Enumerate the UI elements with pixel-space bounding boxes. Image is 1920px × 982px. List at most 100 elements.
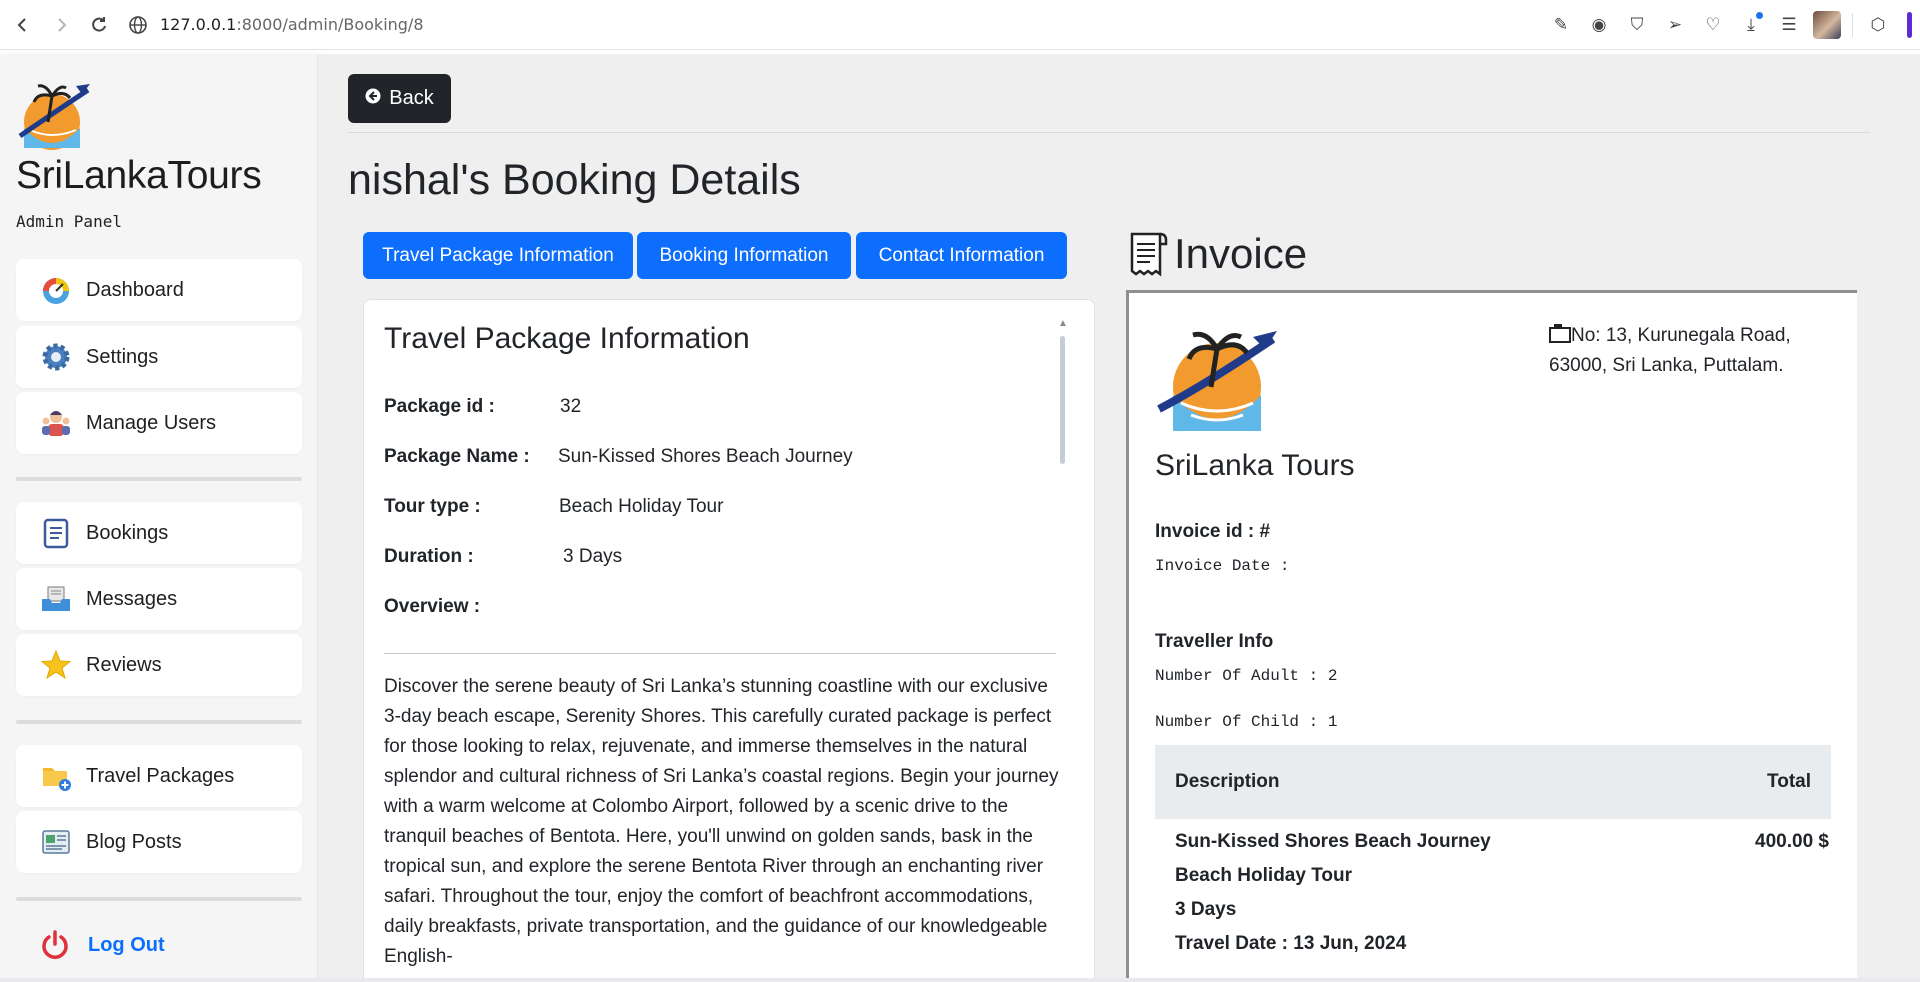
url-path: :8000/admin/Booking/8 xyxy=(236,15,424,34)
invoice-panel: No: 13, Kurunegala Road, 63000, Sri Lank… xyxy=(1126,290,1857,982)
address-text: No: 13, Kurunegala Road, 63000, Sri Lank… xyxy=(1549,325,1791,376)
col-description: Description xyxy=(1175,771,1280,792)
folder-add-icon xyxy=(40,760,72,792)
sidebar-item-label: Dashboard xyxy=(86,278,184,301)
back-nav-icon[interactable] xyxy=(4,6,42,44)
sidebar-item-reviews[interactable]: Reviews xyxy=(16,634,302,696)
camera-icon[interactable]: ◉ xyxy=(1580,6,1618,44)
sidebar-item-messages[interactable]: Messages xyxy=(16,568,302,630)
logout-label: Log Out xyxy=(88,933,165,956)
traveller-info-heading: Traveller Info xyxy=(1155,631,1274,652)
sidebar-item-travel-packages[interactable]: Travel Packages xyxy=(16,745,302,807)
sidebar-divider xyxy=(16,897,302,901)
row-value: Beach Holiday Tour xyxy=(559,496,724,517)
star-icon xyxy=(40,649,72,681)
sidebar-item-label: Blog Posts xyxy=(86,830,182,853)
power-icon xyxy=(42,930,68,959)
sidebar-item-settings[interactable]: Settings xyxy=(16,326,302,388)
reload-icon[interactable] xyxy=(80,6,118,44)
sidebar: SriLankaTours Admin Panel Dashboard Sett… xyxy=(0,54,318,982)
row-key: Package Name : xyxy=(384,446,530,467)
adult-count: Number Of Adult : 2 xyxy=(1155,667,1338,685)
users-icon xyxy=(40,407,72,439)
profile-avatar[interactable] xyxy=(1808,6,1846,44)
page-title-suffix: 's Booking Details xyxy=(460,156,801,204)
speedometer-icon xyxy=(40,274,72,306)
download-icon[interactable]: ⤓ xyxy=(1732,6,1770,44)
row-value: 32 xyxy=(560,396,582,417)
extensions-icon[interactable]: ⬡ xyxy=(1859,6,1897,44)
address-bar[interactable]: 127.0.0.1:8000/admin/Booking/8 xyxy=(128,8,424,42)
brand-logo xyxy=(18,84,90,150)
browser-toolbar: 127.0.0.1:8000/admin/Booking/8 ✎ ◉ ⛉ ➢ ♡… xyxy=(0,0,1920,50)
arrow-left-icon xyxy=(365,88,381,109)
overview-divider xyxy=(384,653,1056,654)
back-button[interactable]: Back xyxy=(348,74,451,123)
sidebar-toggle[interactable] xyxy=(1907,11,1912,38)
sidebar-item-label: Reviews xyxy=(86,653,162,676)
heart-icon[interactable]: ♡ xyxy=(1694,6,1732,44)
row-key: Package id : xyxy=(384,396,495,417)
sidebar-item-label: Bookings xyxy=(86,521,169,544)
info-row-tour-type: Tour type : Beach Holiday Tour xyxy=(384,496,723,518)
window-bottom-edge xyxy=(0,978,1920,982)
tab-contact-information[interactable]: Contact Information xyxy=(856,232,1067,279)
invoice-logo xyxy=(1157,331,1277,431)
row-key: Overview : xyxy=(384,596,481,617)
row-value: 3 Days xyxy=(563,546,623,567)
line-total: 400.00 $ xyxy=(1755,831,1829,852)
line-duration: 3 Days xyxy=(1175,899,1237,920)
brand-subtitle: Admin Panel xyxy=(16,212,122,231)
page-title: nishal's Booking Details xyxy=(348,156,801,205)
sidebar-item-label: Travel Packages xyxy=(86,764,235,787)
sidebar-item-bookings[interactable]: Bookings xyxy=(16,502,302,564)
url-text[interactable]: 127.0.0.1:8000/admin/Booking/8 xyxy=(160,15,424,34)
invoice-date: Invoice Date : xyxy=(1155,557,1290,575)
tab-booking-information[interactable]: Booking Information xyxy=(637,232,851,279)
line-package-name: Sun-Kissed Shores Beach Journey xyxy=(1175,831,1491,852)
receipt-icon xyxy=(1130,232,1168,277)
row-value: Sun-Kissed Shores Beach Journey xyxy=(558,446,853,467)
sidebar-item-blog-posts[interactable]: Blog Posts xyxy=(16,811,302,873)
card-title: Travel Package Information xyxy=(384,322,750,355)
invoice-id: Invoice id : # xyxy=(1155,521,1271,542)
customer-name: nishal xyxy=(348,156,461,204)
clipboard-icon xyxy=(40,517,72,549)
row-key: Tour type : xyxy=(384,496,481,517)
sidebar-divider xyxy=(16,477,302,481)
download-dot xyxy=(1756,11,1763,19)
shield-icon[interactable]: ⛉ xyxy=(1618,6,1656,44)
header-divider xyxy=(348,132,1870,133)
main-content: Back nishal's Booking Details Travel Pac… xyxy=(318,54,1920,982)
tab-travel-package-information[interactable]: Travel Package Information xyxy=(363,232,633,279)
scroll-up-icon[interactable]: ▲ xyxy=(1058,318,1068,329)
info-row-package-id: Package id : 32 xyxy=(384,396,581,418)
sidebar-item-label: Manage Users xyxy=(86,411,217,434)
invoice-title: Invoice xyxy=(1174,230,1308,277)
company-address: No: 13, Kurunegala Road, 63000, Sri Lank… xyxy=(1549,321,1839,381)
sidebar-item-manage-users[interactable]: Manage Users xyxy=(16,392,302,454)
package-info-card: Travel Package Information ▲ Package id … xyxy=(363,299,1095,982)
forward-nav-icon[interactable] xyxy=(42,6,80,44)
sidebar-divider xyxy=(16,720,302,724)
row-key: Duration : xyxy=(384,546,474,567)
newspaper-icon xyxy=(40,826,72,858)
info-row-duration: Duration : 3 Days xyxy=(384,546,622,568)
menu-icon[interactable]: ☰ xyxy=(1770,6,1808,44)
card-scrollbar[interactable]: ▲ xyxy=(1058,318,1068,474)
invoice-heading: Invoice xyxy=(1126,230,1307,278)
col-total: Total xyxy=(1767,771,1811,792)
info-row-package-name: Package Name : Sun-Kissed Shores Beach J… xyxy=(384,446,853,468)
site-info-icon[interactable] xyxy=(128,15,148,35)
url-host: 127.0.0.1 xyxy=(160,15,237,34)
sidebar-item-dashboard[interactable]: Dashboard xyxy=(16,259,302,321)
logout-button[interactable]: Log Out xyxy=(40,930,165,960)
edit-icon[interactable]: ✎ xyxy=(1542,6,1580,44)
company-name: SriLanka Tours xyxy=(1155,449,1355,482)
gear-icon xyxy=(40,341,72,373)
scroll-thumb[interactable] xyxy=(1060,336,1065,464)
child-count: Number Of Child : 1 xyxy=(1155,713,1338,731)
line-travel-date: Travel Date : 13 Jun, 2024 xyxy=(1175,933,1407,954)
send-icon[interactable]: ➢ xyxy=(1656,6,1694,44)
info-row-overview: Overview : xyxy=(384,596,480,618)
